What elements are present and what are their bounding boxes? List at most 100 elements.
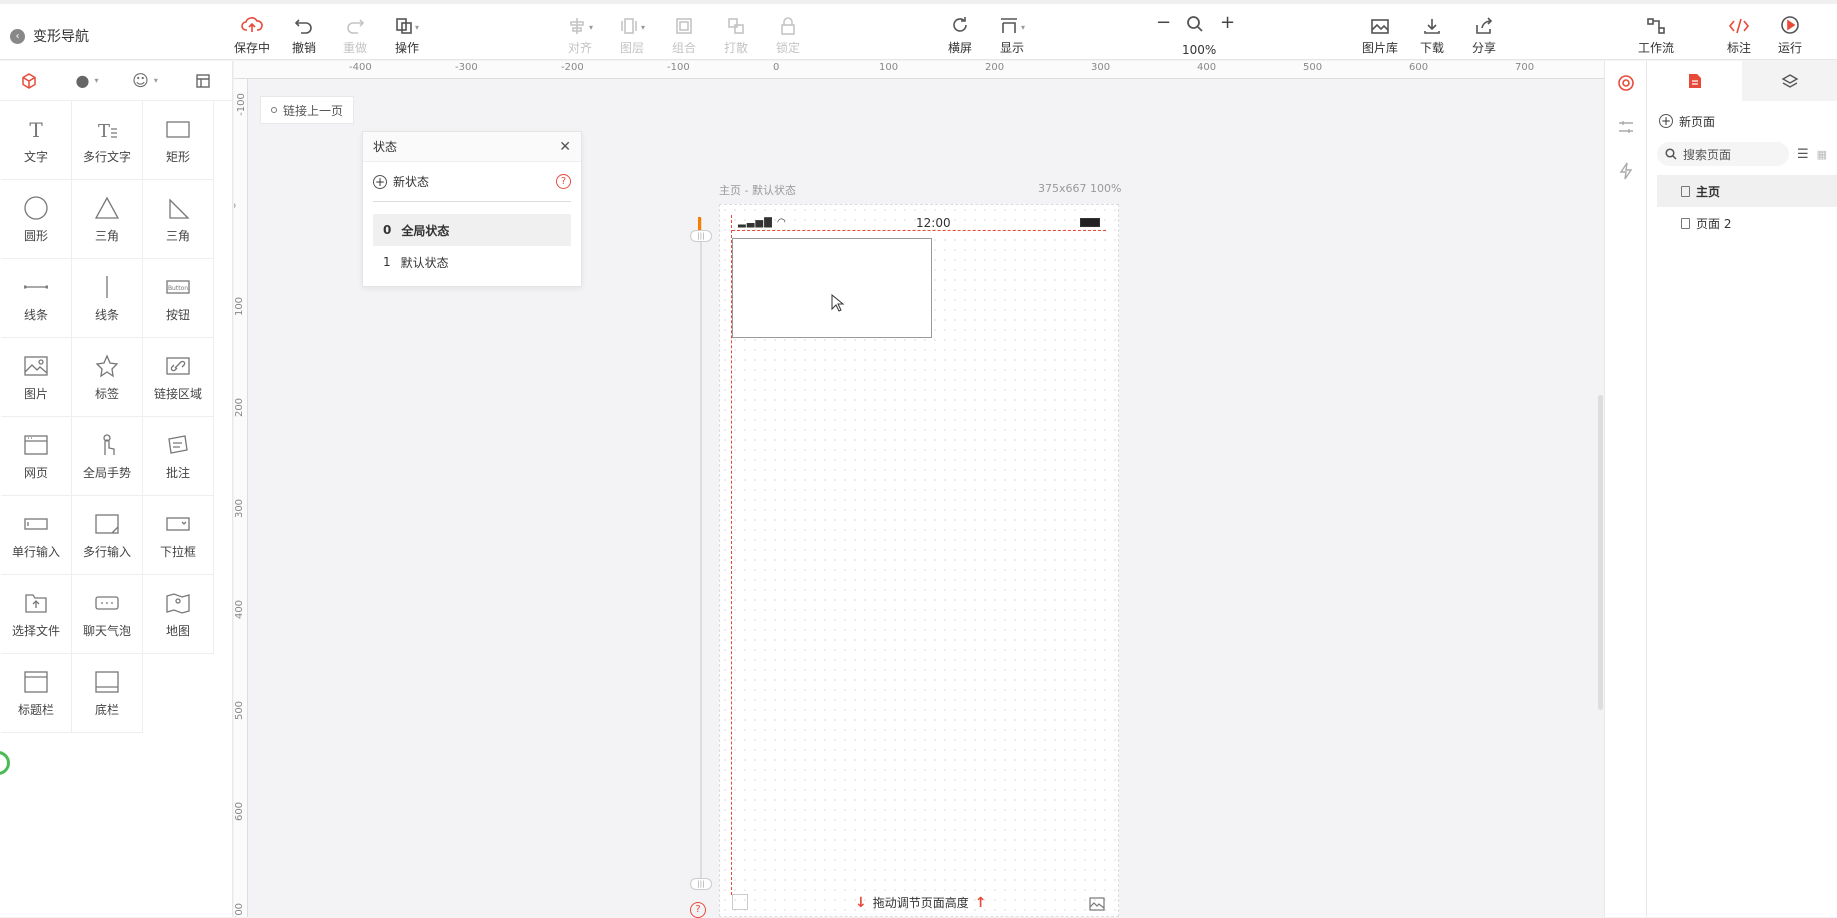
widget-dropdown[interactable]: 下拉框 <box>143 496 214 575</box>
align-button[interactable]: ▾ 对齐 <box>556 13 604 56</box>
widget-bottombar[interactable]: 底栏 <box>72 654 143 733</box>
save-button[interactable]: 保存中 <box>228 13 276 56</box>
layer-button[interactable]: ▾ 图层 <box>608 13 656 56</box>
widget-map[interactable]: 地图 <box>143 575 214 654</box>
rotate-screen-button[interactable]: 横屏 <box>936 13 984 56</box>
download-button[interactable]: 下载 <box>1408 13 1456 56</box>
help-icon[interactable]: ? <box>556 174 571 189</box>
zoom-level: 100% <box>1182 43 1217 57</box>
widget-text[interactable]: T 文字 <box>1 101 72 180</box>
ruler-left-label: 400 <box>234 599 246 620</box>
run-button[interactable]: 运行 <box>1766 13 1814 56</box>
widget-chat-bubble[interactable]: 聊天气泡 <box>72 575 143 654</box>
widget-multi-input[interactable]: 多行输入 <box>72 496 143 575</box>
tab-templates[interactable] <box>174 61 232 100</box>
annotate-button[interactable]: 标注 <box>1715 13 1763 56</box>
drag-height-hint[interactable]: ↓ 拖动调节页面高度 ↑ <box>855 894 986 911</box>
page-item-2[interactable]: 页面 2 <box>1657 207 1837 239</box>
height-marker <box>698 217 701 231</box>
widget-link-area[interactable]: 链接区域 <box>143 338 214 417</box>
redo-button[interactable]: 重做 <box>331 13 379 56</box>
mouse-cursor-icon <box>831 294 845 312</box>
phone-artboard[interactable]: ▂▃▅▇ ◠ 12:00 <box>719 204 1119 917</box>
link-prev-page[interactable]: 链接上一页 <box>260 96 355 124</box>
widget-right-triangle[interactable]: 三角 <box>143 180 214 259</box>
zoom-search-icon[interactable] <box>1186 15 1204 37</box>
widget-multiline-text[interactable]: T 多行文字 <box>72 101 143 180</box>
canvas-scrollbar[interactable] <box>1598 395 1603 710</box>
widget-rectangle[interactable]: 矩形 <box>143 101 214 180</box>
tab-components[interactable] <box>0 61 58 100</box>
tab-pages[interactable] <box>1647 61 1742 101</box>
display-button[interactable]: ▾ 显示 <box>988 13 1036 56</box>
widget-label: 下拉框 <box>159 544 196 559</box>
background-image-icon[interactable] <box>1089 896 1105 915</box>
widget-single-input[interactable]: 单行输入 <box>1 496 72 575</box>
widget-label: 线条 <box>94 307 119 322</box>
zoom-out-button[interactable]: − <box>1156 14 1171 32</box>
new-state-button[interactable]: + 新状态 <box>373 173 429 190</box>
widget-webpage[interactable]: 网页 <box>1 417 72 496</box>
operate-button[interactable]: ▾ 操作 <box>383 13 431 56</box>
tab-ios[interactable]: ● ▾ <box>58 61 116 100</box>
widget-label: 矩形 <box>165 149 190 164</box>
page-size-label: 375x667 100% <box>1038 182 1122 195</box>
state-item[interactable]: 0 全局状态 <box>373 214 571 246</box>
widget-note[interactable]: 批注 <box>143 417 214 496</box>
interaction-tab[interactable] <box>1605 149 1646 193</box>
adjust-tab[interactable] <box>1605 105 1646 149</box>
note-icon <box>168 434 188 454</box>
share-button[interactable]: 分享 <box>1460 13 1508 56</box>
new-page-button[interactable]: + 新页面 <box>1647 101 1837 141</box>
widget-button[interactable]: Button 按钮 <box>143 259 214 338</box>
widget-star[interactable]: 标签 <box>72 338 143 417</box>
list-view-icon[interactable]: ☰ <box>1797 147 1809 162</box>
tab-layers[interactable] <box>1742 61 1837 101</box>
height-slider-top-handle[interactable]: ||| <box>690 230 712 242</box>
rectangle-element[interactable] <box>732 238 932 338</box>
group-button[interactable]: 组合 <box>660 13 708 56</box>
zoom-in-button[interactable]: + <box>1220 14 1235 32</box>
undo-button[interactable]: 撤销 <box>280 13 328 56</box>
height-slider-track <box>700 218 702 888</box>
multiline-text-icon: T <box>98 121 117 141</box>
slider-help-icon[interactable]: ? <box>690 902 706 918</box>
widget-label: 图片 <box>23 386 48 401</box>
ruler-left-label: 600 <box>234 801 246 822</box>
widget-triangle[interactable]: 三角 <box>72 180 143 259</box>
ruler-left: -100 0 100 200 300 400 500 600 700 <box>234 79 248 917</box>
tab-icons[interactable]: ☺ ▾ <box>116 61 174 100</box>
widget-label: 三角 <box>94 228 119 243</box>
widget-vertical-line[interactable]: 线条 <box>72 259 143 338</box>
widget-image[interactable]: 图片 <box>1 338 72 417</box>
widget-circle[interactable]: 圆形 <box>1 180 72 259</box>
workflow-icon <box>1647 18 1665 34</box>
lock-button[interactable]: 锁定 <box>764 13 812 56</box>
ungroup-button[interactable]: 打散 <box>712 13 760 56</box>
height-slider-bottom-handle[interactable]: ||| <box>690 878 712 890</box>
state-item[interactable]: 1 默认状态 <box>373 246 571 278</box>
workflow-button[interactable]: 工作流 <box>1632 13 1680 56</box>
page-checkbox[interactable] <box>732 894 748 910</box>
widget-horizontal-line[interactable]: 线条 <box>1 259 72 338</box>
grid-view-icon[interactable]: ▦ <box>1817 148 1827 161</box>
page-item-home[interactable]: 主页 <box>1657 175 1837 207</box>
help-bubble[interactable] <box>0 751 10 775</box>
back-button[interactable]: ‹ 变形导航 <box>10 26 89 46</box>
close-icon[interactable]: ✕ <box>559 139 571 155</box>
pages-panel: + 新页面 搜索页面 ☰ ▦ 主页 页面 2 <box>1646 61 1837 917</box>
sliders-icon <box>1618 121 1633 133</box>
widget-file-select[interactable]: 选择文件 <box>1 575 72 654</box>
ruler-left-label: 500 <box>234 700 246 721</box>
page-search-input[interactable]: 搜索页面 <box>1657 142 1789 166</box>
button-icon: Button <box>166 279 190 294</box>
widget-label: 底栏 <box>94 702 119 717</box>
widget-gesture[interactable]: 全局手势 <box>72 417 143 496</box>
chat-bubble-icon <box>95 595 119 610</box>
gallery-button[interactable]: 图片库 <box>1356 13 1404 56</box>
single-input-icon <box>24 517 48 530</box>
operate-icon <box>396 18 412 34</box>
widget-titlebar[interactable]: 标题栏 <box>1 654 72 733</box>
target-tab[interactable] <box>1605 61 1646 105</box>
ruler-top-label: 700 <box>1515 62 1535 73</box>
